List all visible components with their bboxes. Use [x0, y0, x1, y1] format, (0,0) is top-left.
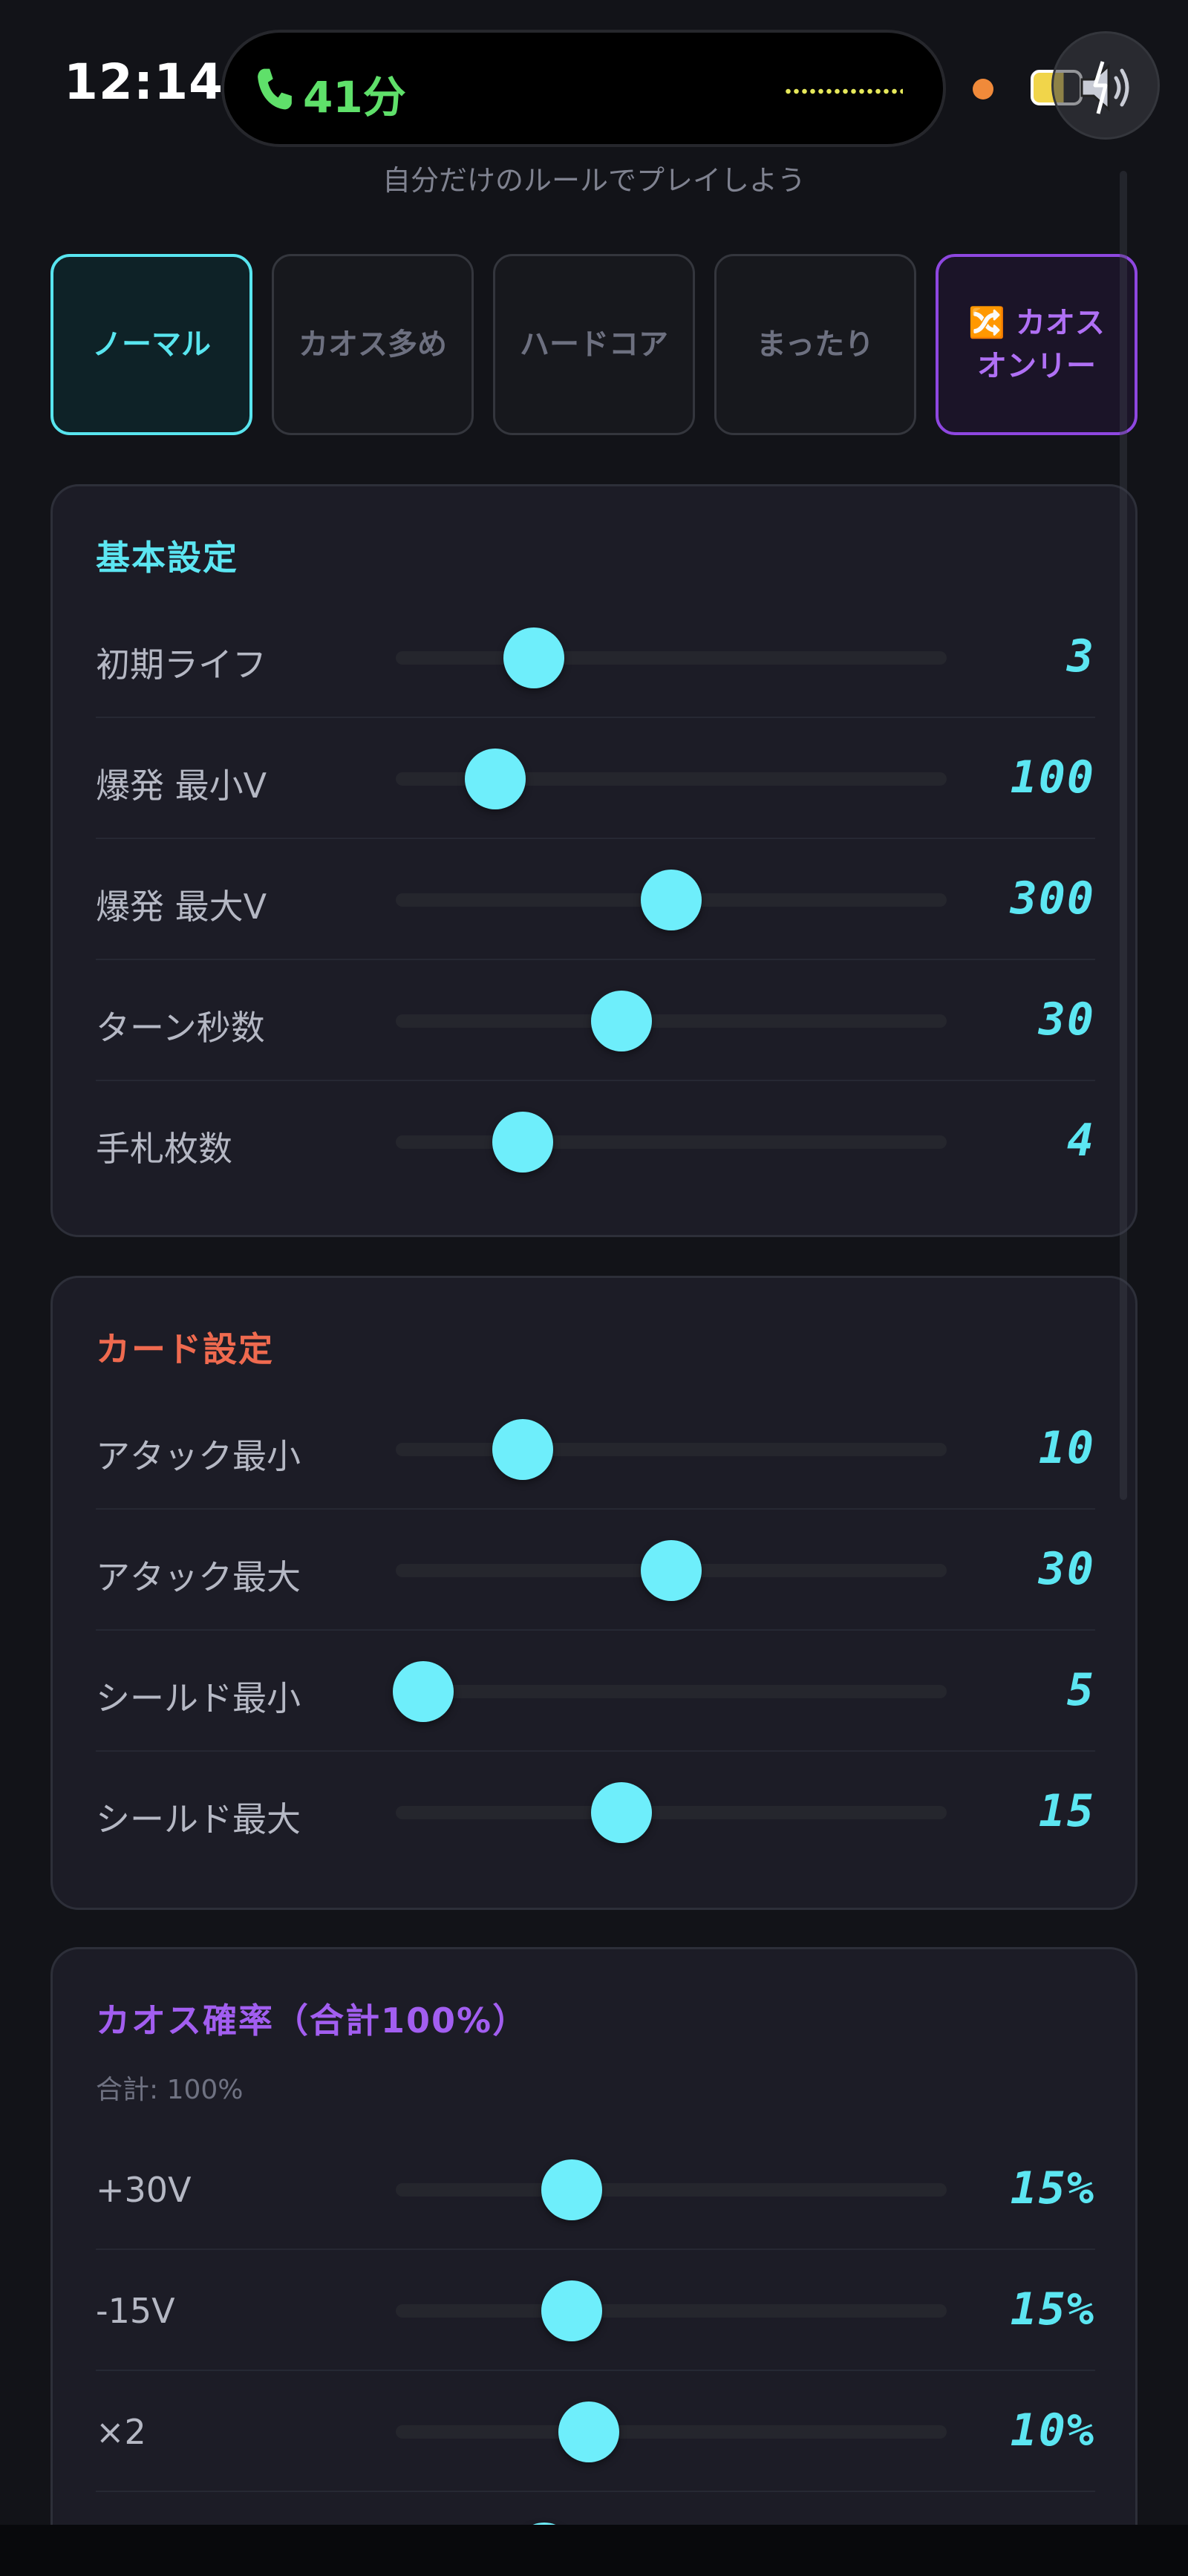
setting-value: 300 — [1010, 873, 1095, 925]
slider-thumb[interactable] — [591, 1782, 653, 1843]
setting-slider[interactable] — [396, 1782, 947, 1843]
setting-label: ×2 — [96, 2412, 146, 2452]
setting-slider[interactable] — [396, 1540, 947, 1601]
row-divider — [96, 1750, 1095, 1752]
scrollbar[interactable] — [1120, 171, 1127, 1500]
sound-toggle-button[interactable] — [1051, 31, 1160, 140]
preset-tab-hardcore[interactable]: ハードコア — [493, 254, 695, 435]
slider-thumb[interactable] — [591, 991, 653, 1051]
setting-slider[interactable] — [396, 1112, 947, 1173]
row-divider — [96, 717, 1095, 718]
row-divider — [96, 838, 1095, 839]
setting-value: 3 — [1066, 630, 1095, 682]
setting-label: ターン秒数 — [96, 1008, 265, 1048]
setting-row — [96, 2493, 1095, 2525]
bottom-bar — [0, 2525, 1188, 2576]
chaos-total-label: 合計: 100% — [96, 2075, 244, 2105]
preset-tab-chaos-heavy[interactable]: カオス多め — [272, 254, 474, 435]
setting-value: 30 — [1038, 994, 1095, 1046]
setting-slider[interactable] — [396, 2159, 947, 2220]
preset-tab-relaxed[interactable]: まったり — [714, 254, 916, 435]
slider-thumb[interactable] — [492, 1419, 553, 1480]
setting-slider[interactable] — [396, 2280, 947, 2341]
chaos-probability-panel: カオス確率（合計100%） 合計: 100% +30V 15% -15V 15% ×2 1… — [50, 1947, 1138, 2525]
setting-row: -15V 15% — [96, 2251, 1095, 2371]
setting-row: 初期ライフ 3 — [96, 598, 1095, 718]
row-divider — [96, 959, 1095, 960]
status-bar: 12:14 41分 — [0, 0, 1188, 171]
row-divider — [96, 2491, 1095, 2492]
basic-settings-panel: 基本設定 初期ライフ 3 爆発 最小V 100 爆発 最大V 300 ターン秒数 30 手札枚数… — [50, 484, 1138, 1237]
row-divider — [96, 1080, 1095, 1081]
slider-thumb[interactable] — [641, 870, 702, 930]
setting-label: 爆発 最大V — [96, 887, 267, 927]
card-settings-panel: カード設定 アタック最小 10 アタック最大 30 シールド最小 5 シールド最大 15 — [50, 1276, 1138, 1910]
slider-thumb[interactable] — [641, 1540, 702, 1601]
setting-slider[interactable] — [396, 870, 947, 930]
speaker-icon — [1080, 61, 1129, 114]
setting-label: 爆発 最小V — [96, 766, 267, 806]
basic-settings-title: 基本設定 — [96, 538, 238, 578]
setting-row: アタック最小 10 — [96, 1389, 1095, 1510]
chaos-probability-title: カオス確率（合計100%） — [96, 2001, 529, 2041]
slider-thumb[interactable] — [464, 749, 526, 809]
settings-screen: 12:14 41分 自分だけのルールでプレイしよう ノーマル カオス多め ハード… — [0, 0, 1188, 2525]
page-subtitle: 自分だけのルールでプレイしよう — [382, 164, 806, 197]
setting-row: 爆発 最小V 100 — [96, 719, 1095, 839]
setting-row: ターン秒数 30 — [96, 961, 1095, 1081]
setting-slider[interactable] — [393, 1661, 947, 1722]
setting-value: 10% — [1010, 2404, 1095, 2456]
setting-slider[interactable] — [396, 991, 947, 1051]
setting-row: 爆発 最大V 300 — [96, 840, 1095, 960]
setting-row: ×2 10% — [96, 2372, 1095, 2492]
setting-value: 15% — [1010, 2162, 1095, 2214]
preset-tabs: ノーマル カオス多め ハードコア まったり 🔀 カオスオンリー — [50, 254, 1138, 435]
setting-value: 10 — [1038, 1422, 1095, 1474]
slider-thumb[interactable] — [541, 2280, 603, 2341]
setting-label: アタック最小 — [96, 1436, 301, 1476]
setting-row: シールド最大 15 — [96, 1752, 1095, 1873]
setting-value: 30 — [1038, 1543, 1095, 1595]
preset-tab-chaos-only[interactable]: 🔀 カオスオンリー — [936, 254, 1138, 435]
slider-thumb[interactable] — [393, 1661, 454, 1722]
setting-row: 手札枚数 4 — [96, 1082, 1095, 1202]
setting-slider[interactable] — [396, 627, 947, 688]
slider-thumb[interactable] — [492, 1112, 553, 1173]
slider-thumb[interactable] — [558, 2401, 619, 2462]
setting-row: アタック最大 30 — [96, 1510, 1095, 1631]
slider-thumb[interactable] — [503, 627, 564, 688]
setting-value: 5 — [1066, 1664, 1095, 1716]
setting-label: -15V — [96, 2291, 175, 2331]
setting-slider[interactable] — [396, 1419, 947, 1480]
setting-value: 4 — [1066, 1115, 1095, 1167]
setting-label: アタック最大 — [96, 1557, 301, 1597]
mic-indicator-icon — [973, 79, 993, 100]
preset-tab-normal[interactable]: ノーマル — [50, 254, 252, 435]
status-time: 12:14 — [64, 53, 224, 111]
setting-label: シールド最小 — [96, 1678, 301, 1718]
card-settings-title: カード設定 — [96, 1329, 274, 1369]
setting-label: 初期ライフ — [96, 645, 267, 685]
slider-thumb[interactable] — [541, 2159, 603, 2220]
setting-value: 100 — [1010, 751, 1095, 803]
setting-slider[interactable] — [396, 749, 947, 809]
setting-label: シールド最大 — [96, 1799, 301, 1839]
setting-row: シールド最小 5 — [96, 1631, 1095, 1752]
dynamic-island[interactable]: 41分 — [221, 30, 946, 147]
row-divider — [96, 1508, 1095, 1510]
row-divider — [96, 1629, 1095, 1631]
audio-wave-icon — [784, 88, 903, 95]
row-divider — [96, 2370, 1095, 2371]
call-duration: 41分 — [303, 72, 406, 123]
setting-slider[interactable] — [396, 2401, 947, 2462]
setting-label: 手札枚数 — [96, 1129, 232, 1169]
phone-icon — [258, 68, 292, 110]
setting-value: 15 — [1038, 1785, 1095, 1837]
setting-value: 15% — [1010, 2283, 1095, 2335]
row-divider — [96, 2249, 1095, 2250]
setting-row: +30V 15% — [96, 2130, 1095, 2250]
setting-label: +30V — [96, 2170, 192, 2210]
